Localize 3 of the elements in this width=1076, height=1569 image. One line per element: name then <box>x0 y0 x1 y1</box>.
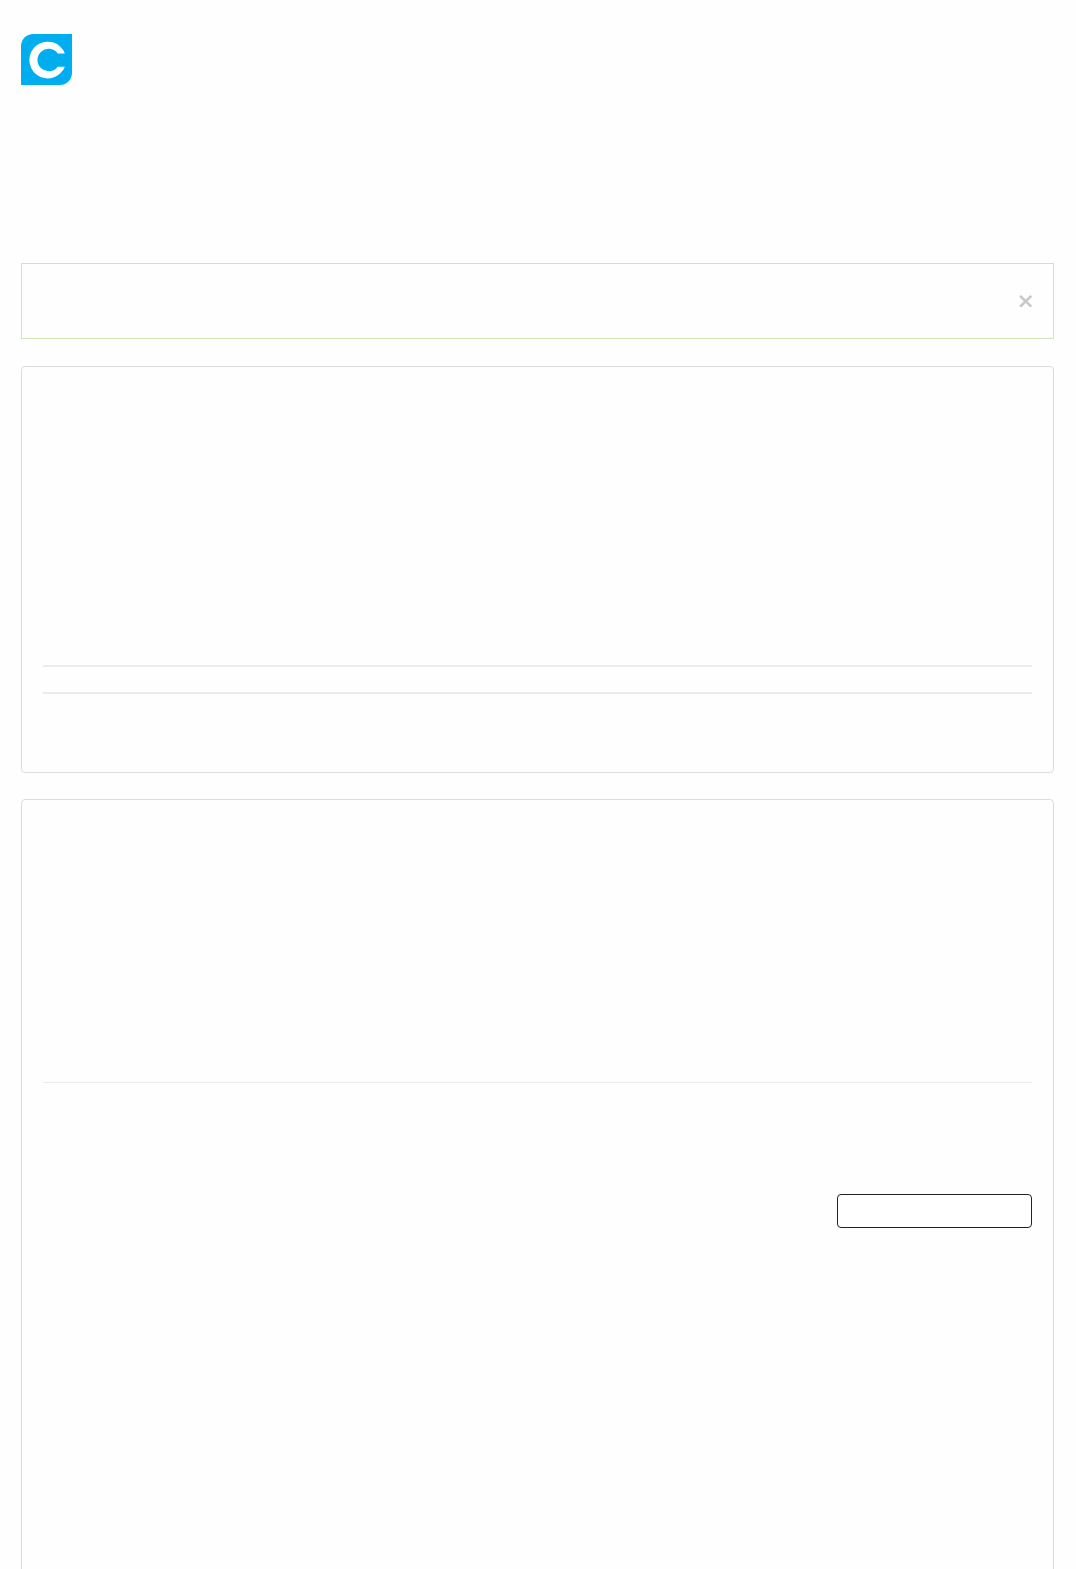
close-button[interactable]: × <box>1016 290 1035 312</box>
input-field[interactable] <box>837 1194 1032 1228</box>
logo-icon <box>21 34 72 85</box>
